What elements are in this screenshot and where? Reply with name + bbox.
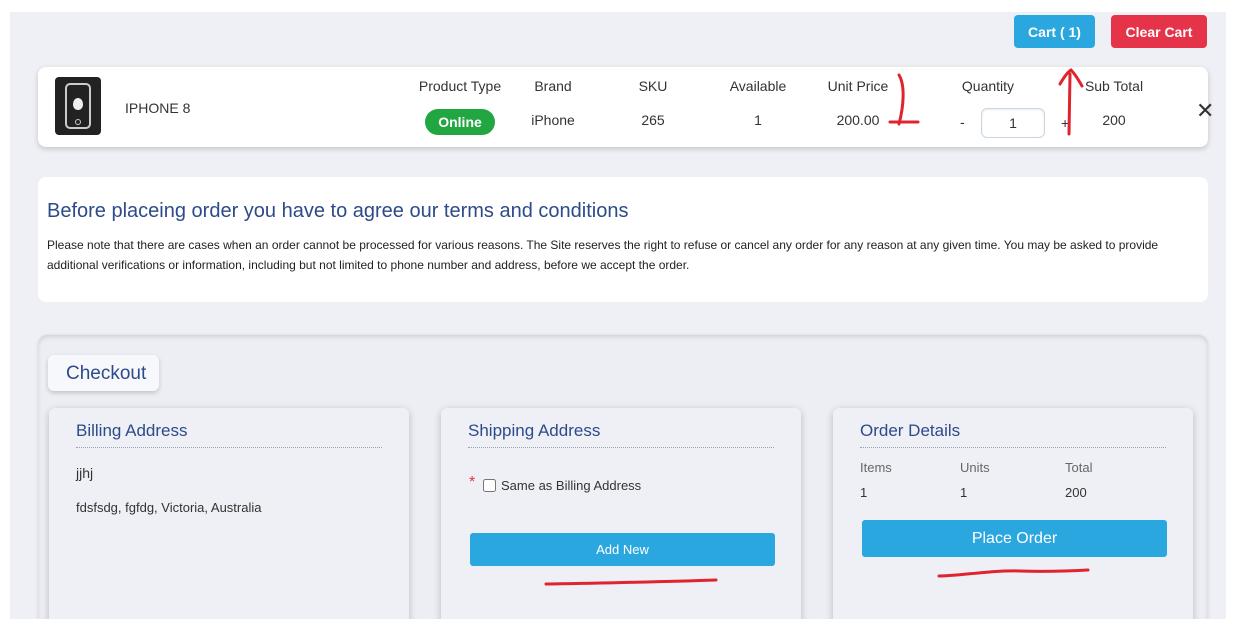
header-sku: SKU <box>638 78 668 94</box>
header-unit-price: Unit Price <box>827 78 889 94</box>
total-value: 200 <box>1065 485 1087 500</box>
iphone-icon <box>65 83 91 129</box>
units-value: 1 <box>960 485 968 500</box>
order-details-title: Order Details <box>860 421 1166 448</box>
header-quantity: Quantity <box>961 78 1015 94</box>
online-badge: Online <box>425 109 495 135</box>
header-available: Available <box>729 78 787 94</box>
terms-panel: Before placeing order you have to agree … <box>38 177 1208 302</box>
quantity-input[interactable] <box>981 108 1045 138</box>
required-asterisk: * <box>469 474 476 491</box>
page-background: Cart ( 1) Clear Cart IPHONE 8 Product Ty… <box>10 12 1226 619</box>
header-product-type: Product Type <box>418 78 502 94</box>
col-sub-total: Sub Total 200 <box>1078 78 1150 128</box>
order-details-value-row: 1 1 200 <box>860 485 1166 510</box>
checkout-title: Checkout <box>48 355 160 391</box>
sku-value: 265 <box>641 112 665 128</box>
remove-item-close-icon[interactable]: ✕ <box>1196 100 1214 122</box>
billing-address-title: Billing Address <box>76 421 382 448</box>
header-units: Units <box>960 460 990 475</box>
quantity-stepper: - + <box>955 106 1069 140</box>
header-brand: Brand <box>534 78 572 94</box>
billing-address-text: fdsfsdg, fgfdg, Victoria, Australia <box>76 500 262 515</box>
cart-button[interactable]: Cart ( 1) <box>1014 15 1095 48</box>
billing-name: jjhj <box>76 465 94 481</box>
header-sub-total: Sub Total <box>1084 78 1144 94</box>
col-quantity: Quantity <box>950 78 1026 98</box>
available-value: 1 <box>754 112 762 128</box>
col-product-type: Product Type Online <box>405 78 515 135</box>
add-new-address-button[interactable]: Add New <box>470 533 775 566</box>
order-details-panel: Order Details Items Units Total 1 1 200 … <box>833 408 1193 619</box>
clear-cart-button[interactable]: Clear Cart <box>1111 15 1207 48</box>
header-items: Items <box>860 460 892 475</box>
shipping-address-panel: Shipping Address * Same as Billing Addre… <box>441 408 801 619</box>
same-as-billing-option[interactable]: Same as Billing Address <box>483 478 641 493</box>
col-brand: Brand iPhone <box>523 78 583 128</box>
brand-value: iPhone <box>531 112 575 128</box>
same-as-billing-checkbox[interactable] <box>483 479 496 492</box>
checkout-section: Checkout Billing Address jjhj fdsfsdg, f… <box>38 335 1208 619</box>
quantity-increment-button[interactable]: + <box>1061 115 1069 131</box>
shipping-address-title: Shipping Address <box>468 421 774 448</box>
order-details-table: Items Units Total 1 1 200 <box>860 460 1166 510</box>
place-order-button[interactable]: Place Order <box>862 520 1167 557</box>
terms-body: Please note that there are cases when an… <box>47 238 1159 272</box>
terms-title: Before placeing order you have to agree … <box>47 200 629 222</box>
same-as-billing-label: Same as Billing Address <box>501 478 642 493</box>
billing-address-panel: Billing Address jjhj fdsfsdg, fgfdg, Vic… <box>49 408 409 619</box>
header-total: Total <box>1065 460 1093 475</box>
product-name: IPHONE 8 <box>125 100 191 116</box>
items-value: 1 <box>860 485 868 500</box>
col-unit-price: Unit Price 200.00 <box>818 78 898 128</box>
cart-item-row: IPHONE 8 Product Type Online Brand iPhon… <box>38 67 1214 147</box>
sub-total-value: 200 <box>1102 112 1126 128</box>
product-image <box>55 77 101 135</box>
col-available: Available 1 <box>721 78 795 128</box>
order-details-header-row: Items Units Total <box>860 460 1166 485</box>
unit-price-value: 200.00 <box>836 112 880 128</box>
quantity-decrement-button[interactable]: - <box>960 114 965 130</box>
col-sku: SKU 265 <box>628 78 678 128</box>
